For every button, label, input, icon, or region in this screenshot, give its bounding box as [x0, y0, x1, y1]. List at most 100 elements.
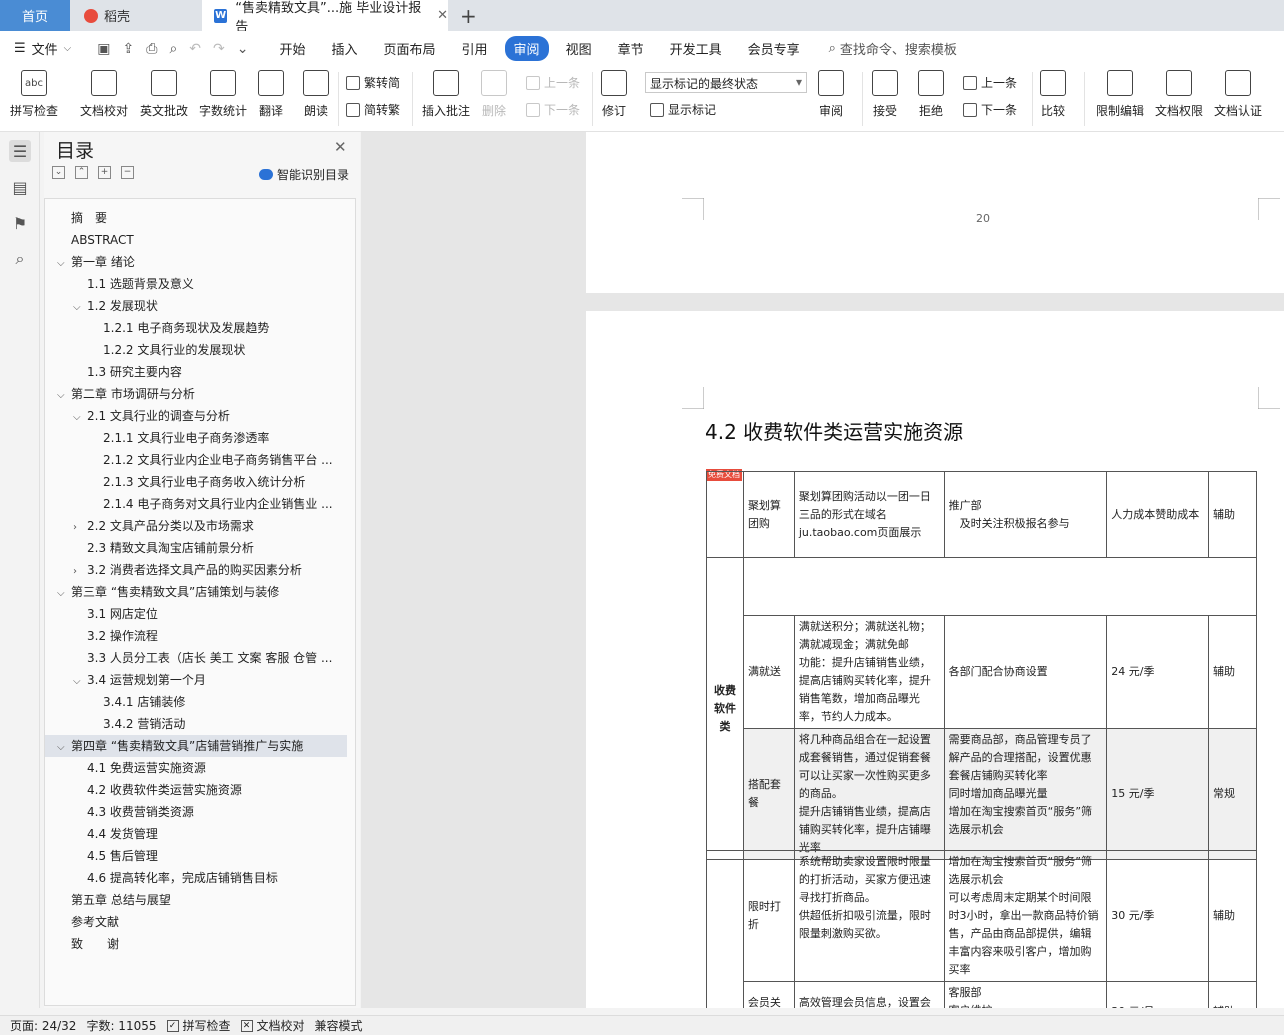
toc-item[interactable]: 2.1.4 电子商务对文具行业内企业销售业 ...	[45, 493, 347, 515]
document-permission-button[interactable]: 文档权限	[1155, 70, 1203, 119]
toc-item[interactable]: 2.1.2 文具行业内企业电子商务销售平台 ...	[45, 449, 347, 471]
toc-item[interactable]: 1.2.1 电子商务现状及发展趋势	[45, 317, 347, 339]
toc-item[interactable]: ⌵ 第二章 市场调研与分析	[45, 383, 347, 405]
toc-item[interactable]: 致 谢	[45, 933, 347, 955]
bookmark-icon[interactable]: ⚑	[9, 212, 31, 234]
reject-button[interactable]: 拒绝	[918, 70, 944, 119]
translate-button[interactable]: 翻译	[258, 70, 284, 119]
spell-check-status[interactable]: ✓ 拼写检查	[166, 1017, 231, 1034]
chevron-right-icon[interactable]: ›	[73, 517, 87, 537]
chevron-down-icon[interactable]: ⌵	[57, 583, 71, 603]
insert-comment-button[interactable]: 插入批注	[422, 70, 470, 119]
toc-item[interactable]: 3.1 网店定位	[45, 603, 347, 625]
toc-item[interactable]: 1.1 选题背景及意义	[45, 273, 347, 295]
toc-item[interactable]: 2.1.3 文具行业电子商务收入统计分析	[45, 471, 347, 493]
toc-item[interactable]: 4.5 售后管理	[45, 845, 347, 867]
toc-item[interactable]: 2.3 精致文具淘宝店铺前景分析	[45, 537, 347, 559]
undo-icon[interactable]: ↶	[189, 41, 201, 57]
toc-item[interactable]: › 2.2 文具产品分类以及市场需求	[45, 515, 347, 537]
chevron-right-icon[interactable]: ›	[73, 561, 87, 581]
toc-item[interactable]: 4.1 免费运营实施资源	[45, 757, 347, 779]
toc-item[interactable]: 4.2 收费软件类运营实施资源	[45, 779, 347, 801]
track-changes-button[interactable]: 修订	[601, 70, 627, 119]
markup-state-select[interactable]: 显示标记的最终状态	[645, 72, 807, 93]
export-icon[interactable]: ⇪	[123, 41, 135, 57]
close-icon[interactable]: ✕	[437, 8, 448, 23]
toc-item[interactable]: 第五章 总结与展望	[45, 889, 347, 911]
remove-item-icon[interactable]: −	[121, 166, 134, 179]
chevron-down-icon[interactable]: ⌵	[57, 737, 71, 757]
menu-section[interactable]: 章节	[609, 36, 653, 61]
page-indicator[interactable]: 页面: 24/32	[10, 1017, 76, 1034]
menu-devtools[interactable]: 开发工具	[661, 36, 731, 61]
collapse-all-icon[interactable]: ⌃	[75, 166, 88, 179]
tab-active-document[interactable]: W “售卖精致文具”...施 毕业设计报告 ✕	[202, 0, 448, 35]
menu-insert[interactable]: 插入	[323, 36, 367, 61]
toc-icon[interactable]: ☰	[9, 140, 31, 162]
next-change-button[interactable]: 下一条	[963, 101, 1017, 118]
tab-home[interactable]: 首页	[0, 0, 70, 31]
chevron-down-icon[interactable]: ⌵	[73, 407, 87, 427]
toc-item[interactable]: 4.3 收费营销类资源	[45, 801, 347, 823]
expand-all-icon[interactable]: ⌄	[52, 166, 65, 179]
menu-review[interactable]: 审阅	[504, 36, 549, 61]
toc-item[interactable]: ⌵ 第四章 “售卖精致文具”店铺营销推广与实施	[45, 735, 347, 757]
toc-item[interactable]: 3.4.2 营销活动	[45, 713, 347, 735]
compare-button[interactable]: 比较	[1040, 70, 1066, 119]
file-menu[interactable]: ☰ 文件 ⌵	[14, 39, 71, 58]
chevron-down-icon[interactable]: ⌵	[73, 297, 87, 317]
add-tab-icon[interactable]: +	[460, 4, 477, 28]
toc-item[interactable]: ABSTRACT	[45, 229, 347, 251]
menu-member[interactable]: 会员专享	[739, 36, 809, 61]
restrict-editing-button[interactable]: 限制编辑	[1096, 70, 1144, 119]
accept-button[interactable]: 接受	[872, 70, 898, 119]
proofread-status[interactable]: ✕ 文档校对	[240, 1017, 305, 1034]
toc-item[interactable]: 3.4.1 店铺装修	[45, 691, 347, 713]
save-icon[interactable]: ▣	[97, 41, 110, 57]
prev-change-button[interactable]: 上一条	[963, 74, 1017, 91]
read-aloud-button[interactable]: 朗读	[303, 70, 329, 119]
smart-toc-button[interactable]: 智能识别目录	[259, 166, 349, 183]
toc-item[interactable]: 1.3 研究主要内容	[45, 361, 347, 383]
menu-view[interactable]: 视图	[557, 36, 601, 61]
toc-item[interactable]: ⌵ 3.4 运营规划第一个月	[45, 669, 347, 691]
chevron-down-icon[interactable]: ⌵	[57, 253, 71, 273]
toc-item[interactable]: ⌵ 1.2 发展现状	[45, 295, 347, 317]
review-pane-button[interactable]: 审阅	[818, 70, 844, 119]
toc-item[interactable]: 3.3 人员分工表（店长 美工 文案 客服 仓管 ...	[45, 647, 347, 669]
delete-comment-button[interactable]: 删除	[481, 70, 507, 119]
add-item-icon[interactable]: +	[98, 166, 111, 179]
chevron-down-icon[interactable]: ⌵	[73, 671, 87, 691]
word-count-button[interactable]: 字数统计	[199, 70, 247, 119]
close-icon[interactable]: ✕	[334, 138, 347, 156]
toc-item[interactable]: ⌵ 第三章 “售卖精致文具”店铺策划与装修	[45, 581, 347, 603]
toc-item[interactable]: 3.2 操作流程	[45, 625, 347, 647]
customize-icon[interactable]: ⌄	[237, 41, 249, 57]
command-search[interactable]: ⌕ 查找命令、搜索模板	[829, 39, 957, 58]
prev-comment-button[interactable]: 上一条	[526, 74, 580, 91]
toc-item[interactable]: 1.2.2 文具行业的发展现状	[45, 339, 347, 361]
simp-to-trad-button[interactable]: 简转繁	[346, 101, 400, 118]
menu-start[interactable]: 开始	[270, 36, 314, 61]
next-comment-button[interactable]: 下一条	[526, 101, 580, 118]
menu-layout[interactable]: 页面布局	[375, 36, 445, 61]
menu-references[interactable]: 引用	[453, 36, 497, 61]
toc-item[interactable]: ⌵ 第一章 绪论	[45, 251, 347, 273]
spell-check-button[interactable]: abc 拼写检查	[10, 70, 58, 119]
chevron-down-icon[interactable]: ⌵	[57, 385, 71, 405]
english-review-button[interactable]: 英文批改	[140, 70, 188, 119]
tab-docer[interactable]: 稻壳	[72, 0, 200, 31]
chapter-nav-icon[interactable]: ▤	[9, 176, 31, 198]
print-preview-icon[interactable]: ⌕	[169, 41, 177, 57]
toc-item[interactable]: › 3.2 消费者选择文具产品的购买因素分析	[45, 559, 347, 581]
toc-item[interactable]: 4.4 发货管理	[45, 823, 347, 845]
search-icon[interactable]: ⌕	[9, 248, 31, 270]
trad-to-simp-button[interactable]: 繁转简	[346, 74, 400, 91]
toc-item[interactable]: 2.1.1 文具行业电子商务渗透率	[45, 427, 347, 449]
show-markup-button[interactable]: 显示标记	[650, 101, 716, 118]
document-certify-button[interactable]: 文档认证	[1214, 70, 1262, 119]
print-icon[interactable]: ⎙	[146, 41, 157, 57]
redo-icon[interactable]: ↷	[213, 41, 225, 57]
toc-item[interactable]: ⌵ 2.1 文具行业的调查与分析	[45, 405, 347, 427]
toc-item[interactable]: 4.6 提高转化率，完成店铺销售目标	[45, 867, 347, 889]
